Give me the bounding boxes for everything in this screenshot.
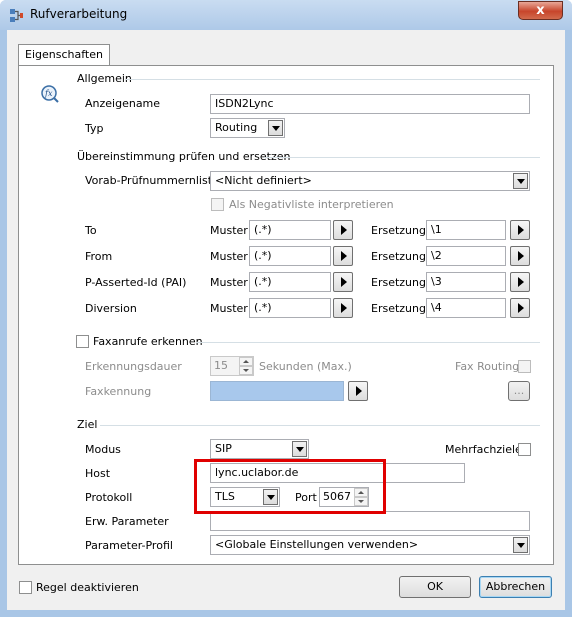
- section-allgemein-label: Allgemein: [77, 72, 132, 85]
- ersetzung-input[interactable]: \3: [426, 272, 506, 292]
- play-arrow-icon[interactable]: [510, 298, 530, 318]
- section-divider: [196, 342, 540, 343]
- muster-label: Muster: [210, 276, 248, 289]
- app-icon: [10, 9, 23, 22]
- svg-text:fx: fx: [44, 89, 53, 98]
- anzeigename-label: Anzeigename: [85, 97, 161, 110]
- typ-value: Routing: [215, 121, 258, 134]
- row-name: From: [85, 250, 113, 263]
- ersetzung-label: Ersetzung: [371, 224, 426, 237]
- tab-eigenschaften[interactable]: Eigenschaften: [18, 44, 110, 66]
- section-divider: [100, 425, 540, 426]
- erkennungsdauer-stepper[interactable]: 15: [210, 356, 254, 376]
- mehrfachziele-checkbox[interactable]: [518, 443, 531, 456]
- browse-button[interactable]: ...: [508, 381, 530, 401]
- modus-label: Modus: [85, 443, 121, 456]
- play-arrow-icon[interactable]: [333, 220, 353, 240]
- muster-input[interactable]: (.*): [249, 272, 331, 292]
- ersetzung-label: Ersetzung: [371, 250, 426, 263]
- spin-up-icon[interactable]: [239, 357, 253, 366]
- regel-deaktivieren-checkbox[interactable]: [19, 581, 32, 594]
- modus-value: SIP: [215, 442, 232, 455]
- muster-label: Muster: [210, 302, 248, 315]
- ersetzung-input[interactable]: \2: [426, 246, 506, 266]
- chevron-down-icon[interactable]: [292, 441, 307, 457]
- highlight-box: [194, 459, 386, 514]
- vorab-label: Vorab-Prüfnummernliste: [85, 174, 219, 187]
- host-label: Host: [85, 467, 111, 480]
- function-icon: fx: [41, 85, 59, 103]
- vorab-select[interactable]: <Nicht definiert>: [210, 171, 530, 191]
- play-arrow-icon[interactable]: [510, 272, 530, 292]
- row-name: To: [85, 224, 97, 237]
- mehrfachziele-label: Mehrfachziele: [445, 443, 522, 456]
- play-arrow-icon[interactable]: [510, 246, 530, 266]
- sekunden-label: Sekunden (Max.): [259, 360, 352, 373]
- muster-label: Muster: [210, 224, 248, 237]
- chevron-down-icon[interactable]: [513, 537, 528, 553]
- spin-down-icon[interactable]: [239, 366, 253, 375]
- section-fax-label: Faxanrufe erkennen: [93, 335, 203, 348]
- erkennungsdauer-value: 15: [214, 359, 228, 372]
- play-arrow-icon[interactable]: [333, 272, 353, 292]
- section-ziel-label: Ziel: [77, 418, 98, 431]
- row-name: Diversion: [85, 302, 137, 315]
- negativliste-checkbox[interactable]: [211, 198, 224, 211]
- erw-parameter-input[interactable]: [210, 511, 530, 531]
- parameter-profil-select[interactable]: <Globale Einstellungen verwenden>: [210, 535, 530, 555]
- erw-parameter-label: Erw. Parameter: [85, 515, 169, 528]
- fax-routing-label: Fax Routing: [455, 360, 520, 373]
- muster-input[interactable]: (.*): [249, 220, 331, 240]
- parameter-profil-label: Parameter-Profil: [85, 539, 173, 552]
- close-button[interactable]: x: [518, 1, 563, 20]
- ersetzung-input[interactable]: \1: [426, 220, 506, 240]
- faxanrufe-checkbox[interactable]: [76, 335, 89, 348]
- faxkennung-label: Faxkennung: [85, 385, 152, 398]
- modus-select[interactable]: SIP: [210, 439, 309, 459]
- cancel-button[interactable]: Abbrechen: [479, 576, 552, 598]
- muster-input[interactable]: (.*): [249, 246, 331, 266]
- play-arrow-icon[interactable]: [333, 298, 353, 318]
- erkennungsdauer-label: Erkennungsdauer: [85, 360, 182, 373]
- fax-routing-checkbox[interactable]: [518, 360, 531, 373]
- section-ersetzen-label: Übereinstimmung prüfen und ersetzen: [77, 150, 291, 163]
- chevron-down-icon[interactable]: [513, 173, 528, 189]
- ersetzung-label: Ersetzung: [371, 276, 426, 289]
- row-name: P-Asserted-Id (PAI): [85, 276, 187, 289]
- typ-label: Typ: [85, 122, 104, 135]
- window-title: Rufverarbeitung: [30, 7, 128, 21]
- muster-input[interactable]: (.*): [249, 298, 331, 318]
- section-divider: [264, 157, 540, 158]
- play-arrow-icon[interactable]: [348, 381, 368, 401]
- chevron-down-icon[interactable]: [268, 120, 283, 136]
- title-bar[interactable]: Rufverarbeitung x: [0, 0, 572, 30]
- typ-select[interactable]: Routing: [210, 118, 285, 138]
- negativliste-label: Als Negativliste interpretieren: [229, 198, 394, 211]
- muster-label: Muster: [210, 250, 248, 263]
- ersetzung-input[interactable]: \4: [426, 298, 506, 318]
- faxkennung-input[interactable]: [210, 381, 344, 401]
- ok-button[interactable]: OK: [399, 576, 471, 598]
- play-arrow-icon[interactable]: [333, 246, 353, 266]
- protokoll-label: Protokoll: [85, 491, 133, 504]
- play-arrow-icon[interactable]: [510, 220, 530, 240]
- regel-deaktivieren-label: Regel deaktivieren: [36, 581, 139, 594]
- ersetzung-label: Ersetzung: [371, 302, 426, 315]
- section-divider: [126, 79, 540, 80]
- anzeigename-input[interactable]: ISDN2Lync: [210, 94, 530, 114]
- spin-buttons[interactable]: [239, 357, 253, 375]
- parameter-profil-value: <Globale Einstellungen verwenden>: [215, 538, 419, 551]
- vorab-value: <Nicht definiert>: [215, 174, 312, 187]
